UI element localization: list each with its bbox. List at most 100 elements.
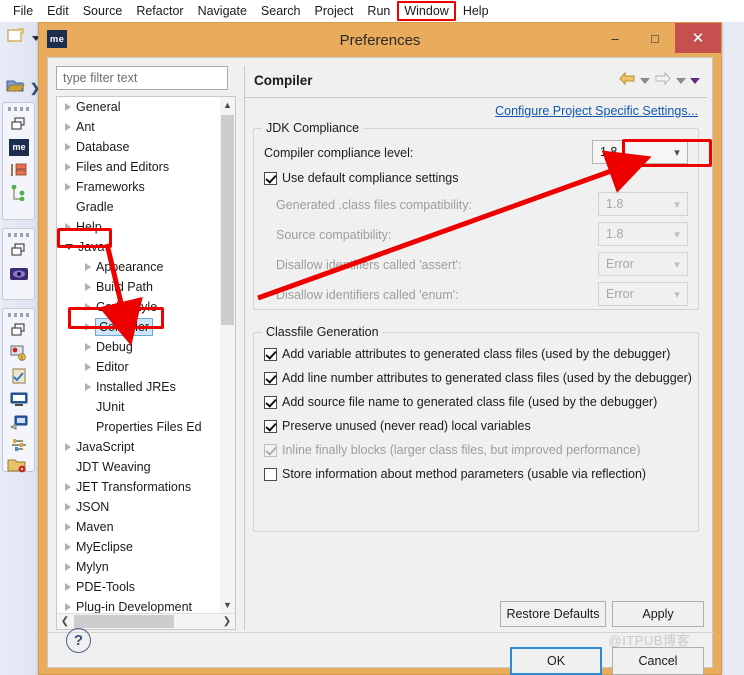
tasks-icon[interactable] [7,365,31,387]
tree-item-pde-tools[interactable]: PDE-Tools [57,577,222,597]
preferences-tree[interactable]: General Ant Database Files and Editors Frame… [56,96,236,630]
chevron-right-icon[interactable] [65,123,71,131]
menu-item-project[interactable]: Project [308,1,361,21]
chevron-right-icon[interactable] [65,563,71,571]
drag-handle-dots-3[interactable] [8,313,30,317]
scroll-down-icon[interactable]: ▼ [220,597,235,613]
apply-button[interactable]: Apply [612,601,704,627]
menu-item-navigate[interactable]: Navigate [191,1,254,21]
vertical-scrollbar-thumb[interactable] [221,115,234,325]
classfile-option-5[interactable]: Store information about method parameter… [264,467,646,481]
menu-item-source[interactable]: Source [76,1,130,21]
chevron-right-icon[interactable] [65,183,71,191]
properties-icon[interactable] [7,434,31,456]
close-button[interactable]: ✕ [675,23,721,53]
database-explorer-icon[interactable] [7,159,31,181]
scroll-right-icon[interactable]: ❯ [219,614,235,629]
myeclipse-icon[interactable]: me [7,136,31,158]
checkbox-icon[interactable] [264,372,277,385]
tree-item-compiler[interactable]: Compiler [57,317,222,337]
checkbox-icon[interactable] [264,348,277,361]
checkbox-icon[interactable] [264,420,277,433]
warnings-icon[interactable]: ! [7,342,31,364]
chevron-right-icon[interactable] [65,103,71,111]
tree-item-build-path[interactable]: Build Path [57,277,222,297]
configure-project-specific-settings-link[interactable]: Configure Project Specific Settings... [495,104,698,118]
tree-horizontal-scrollbar[interactable]: ❮ ❯ [57,613,235,629]
tree-item-java[interactable]: Java [57,237,222,257]
back-arrow-icon[interactable] [618,71,636,91]
scroll-left-icon[interactable]: ❮ [57,614,73,629]
tree-item-ant[interactable]: Ant [57,117,222,137]
menu-item-refactor[interactable]: Refactor [129,1,190,21]
chevron-right-icon[interactable] [65,143,71,151]
chevron-right-icon[interactable] [85,263,91,271]
menu-item-help[interactable]: Help [456,1,496,21]
checkbox-icon[interactable] [264,396,277,409]
restore-view-icon-3[interactable] [7,319,31,341]
chevron-right-icon[interactable] [65,603,71,611]
checkbox-icon[interactable] [264,468,277,481]
chevron-down-icon[interactable]: ▾ [667,146,687,159]
horizontal-scrollbar-thumb[interactable] [74,615,174,628]
tree-item-junit[interactable]: JUnit [57,397,222,417]
drag-handle-dots-2[interactable] [8,233,30,237]
window-title-bar[interactable]: me Preferences – □ ✕ [39,23,721,57]
filter-input[interactable]: type filter text [56,66,228,90]
visual-designer-icon[interactable] [7,263,31,285]
chevron-right-icon[interactable] [65,223,71,231]
tree-item-installed-jres[interactable]: Installed JREs [57,377,222,397]
tree-item-editor[interactable]: Editor [57,357,222,377]
back-history-caret-icon[interactable] [640,78,650,84]
chevron-right-icon[interactable] [65,443,71,451]
tree-item-maven[interactable]: Maven [57,517,222,537]
ok-button[interactable]: OK [510,647,602,675]
forward-arrow-icon[interactable] [654,71,672,91]
menu-item-file[interactable]: File [6,1,40,21]
chevron-right-icon[interactable] [85,323,91,331]
chevron-right-icon[interactable] [65,543,71,551]
tree-item-general[interactable]: General [57,97,222,117]
classfile-option-0[interactable]: Add variable attributes to generated cla… [264,347,670,361]
tree-item-plug-in-development[interactable]: Plug-in Development [57,597,222,613]
tree-item-jdt-weaving[interactable]: JDT Weaving [57,457,222,477]
tree-item-debug[interactable]: Debug [57,337,222,357]
tree-item-database[interactable]: Database [57,137,222,157]
chevron-right-icon[interactable] [65,483,71,491]
tree-item-mylyn[interactable]: Mylyn [57,557,222,577]
menu-item-window[interactable]: Window [397,1,456,21]
menu-item-search[interactable]: Search [254,1,308,21]
tree-item-help[interactable]: Help [57,217,222,237]
chevron-right-icon[interactable] [65,583,71,591]
scroll-up-icon[interactable]: ▲ [220,97,235,113]
tree-item-appearance[interactable]: Appearance [57,257,222,277]
restore-view-icon[interactable] [7,113,31,135]
hierarchy-icon[interactable] [7,182,31,204]
restore-defaults-button[interactable]: Restore Defaults [500,601,606,627]
chevron-right-icon[interactable] [65,523,71,531]
tree-item-gradle[interactable]: Gradle [57,197,222,217]
restore-view-icon-2[interactable] [7,239,31,261]
help-icon[interactable]: ? [66,628,91,653]
minimize-button[interactable]: – [595,23,635,53]
compiler-compliance-level-select[interactable]: 1.8 ▾ [592,140,688,164]
forward-history-caret-icon[interactable] [676,78,686,84]
chevron-right-icon[interactable] [65,163,71,171]
menu-item-edit[interactable]: Edit [40,1,76,21]
tree-vertical-scrollbar[interactable]: ▲ ▼ [220,97,235,613]
tree-item-code-style[interactable]: Code Style [57,297,222,317]
classfile-option-2[interactable]: Add source file name to generated class … [264,395,657,409]
tree-item-frameworks[interactable]: Frameworks [57,177,222,197]
chevron-right-icon[interactable] [85,283,91,291]
menu-item-run[interactable]: Run [360,1,397,21]
classfile-option-3[interactable]: Preserve unused (never read) local varia… [264,419,531,433]
console-icon[interactable] [7,388,31,410]
drag-handle-dots-1[interactable] [8,107,30,111]
classfile-option-1[interactable]: Add line number attributes to generated … [264,371,692,385]
tree-item-json[interactable]: JSON [57,497,222,517]
checkbox-icon[interactable] [264,172,277,185]
chevron-right-icon[interactable] [85,303,91,311]
chevron-right-icon[interactable] [85,363,91,371]
chevron-right-icon[interactable] [85,383,91,391]
view-menu-caret-icon[interactable] [690,78,700,84]
